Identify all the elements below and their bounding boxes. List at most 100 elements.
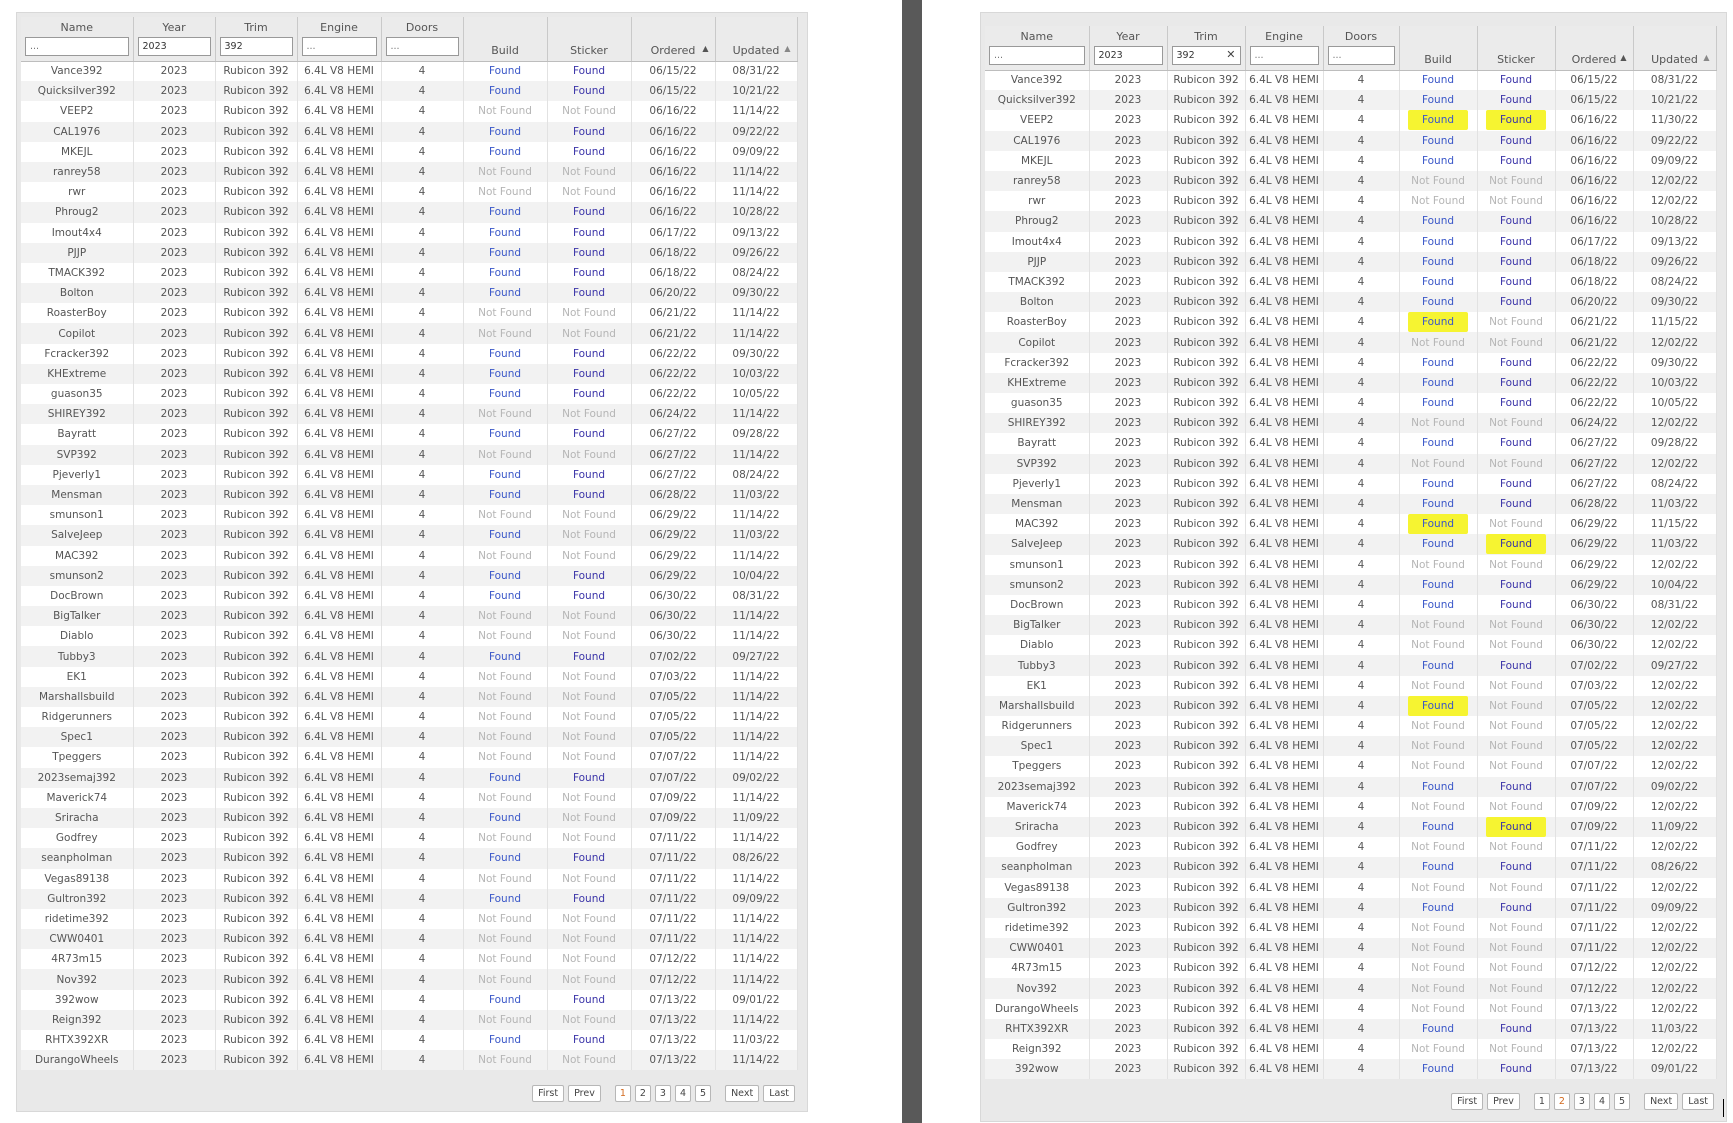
table-row[interactable]: Diablo 2023 Rubicon 392 6.4L V8 HEMI 4 Not Fo… bbox=[21, 626, 798, 647]
table-row[interactable]: SalveJeep 2023 Rubicon 392 6.4L V8 HEMI 4 Fou… bbox=[21, 525, 798, 546]
last-page-button[interactable]: Last bbox=[763, 1085, 795, 1102]
table-row[interactable]: PJJP 2023 Rubicon 392 6.4L V8 HEMI 4 Found Fou… bbox=[21, 242, 798, 263]
table-row[interactable]: Godfrey 2023 Rubicon 392 6.4L V8 HEMI 4 Not F… bbox=[21, 828, 798, 849]
column-header-sticker[interactable]: Sticker bbox=[547, 17, 632, 62]
table-row[interactable]: smunson2 2023 Rubicon 392 6.4L V8 HEMI 4 Foun… bbox=[21, 565, 798, 586]
table-row[interactable]: Gultron392 2023 Rubicon 392 6.4L V8 HEMI 4 Fo… bbox=[21, 888, 798, 909]
table-row[interactable]: TMACK392 2023 Rubicon 392 6.4L V8 HEMI 4 Foun… bbox=[21, 262, 798, 284]
table-row[interactable]: Imout4x4 2023 Rubicon 392 6.4L V8 HEMI 4 Foun… bbox=[985, 231, 1717, 252]
trim-filter-input[interactable] bbox=[219, 37, 293, 56]
prev-page-button[interactable]: Prev bbox=[568, 1085, 601, 1102]
table-row[interactable]: Tpeggers 2023 Rubicon 392 6.4L V8 HEMI 4 Not … bbox=[21, 747, 798, 768]
table-row[interactable]: Imout4x4 2023 Rubicon 392 6.4L V8 HEMI 4 Foun… bbox=[21, 222, 798, 243]
table-row[interactable]: Quicksilver392 2023 Rubicon 392 6.4L V8 HEM… bbox=[21, 81, 798, 102]
next-page-button[interactable]: Next bbox=[725, 1085, 760, 1102]
table-row[interactable]: Nov392 2023 Rubicon 392 6.4L V8 HEMI 4 Not Fo… bbox=[985, 978, 1717, 999]
table-row[interactable]: RHTX392XR 2023 Rubicon 392 6.4L V8 HEMI 4 Fou… bbox=[985, 1018, 1717, 1039]
table-row[interactable]: VEEP2 2023 Rubicon 392 6.4L V8 HEMI 4 Not Fou… bbox=[21, 101, 798, 122]
table-row[interactable]: Vance392 2023 Rubicon 392 6.4L V8 HEMI 4 Foun… bbox=[21, 61, 798, 82]
page-3-button[interactable]: 3 bbox=[654, 1085, 671, 1102]
column-header-year[interactable]: Year bbox=[133, 17, 216, 62]
table-row[interactable]: DurangoWheels 2023 Rubicon 392 6.4L V8 HEMI… bbox=[985, 998, 1717, 1019]
doors-filter-input[interactable] bbox=[1327, 46, 1395, 65]
table-row[interactable]: CWW0401 2023 Rubicon 392 6.4L V8 HEMI 4 Not F… bbox=[21, 929, 798, 950]
table-row[interactable]: Copilot 2023 Rubicon 392 6.4L V8 HEMI 4 Not F… bbox=[985, 332, 1717, 353]
table-row[interactable]: TMACK392 2023 Rubicon 392 6.4L V8 HEMI 4 Foun… bbox=[985, 271, 1717, 293]
column-header-year[interactable]: Year bbox=[1089, 26, 1168, 71]
table-row[interactable]: Reign392 2023 Rubicon 392 6.4L V8 HEMI 4 Not … bbox=[21, 1009, 798, 1030]
table-row[interactable]: ranrey58 2023 Rubicon 392 6.4L V8 HEMI 4 Not … bbox=[985, 170, 1717, 192]
table-row[interactable]: ridetime392 2023 Rubicon 392 6.4L V8 HEMI 4 N… bbox=[21, 908, 798, 930]
table-row[interactable]: Bolton 2023 Rubicon 392 6.4L V8 HEMI 4 Found F… bbox=[21, 283, 798, 304]
page-4-button[interactable]: 4 bbox=[1593, 1093, 1611, 1110]
table-row[interactable]: SHIREY392 2023 Rubicon 392 6.4L V8 HEMI 4 Not… bbox=[21, 404, 798, 425]
page-3-button[interactable]: 3 bbox=[1573, 1093, 1590, 1110]
table-row[interactable]: Maverick74 2023 Rubicon 392 6.4L V8 HEMI 4 No… bbox=[985, 796, 1717, 817]
table-row[interactable]: DocBrown 2023 Rubicon 392 6.4L V8 HEMI 4 Foun… bbox=[985, 594, 1717, 616]
table-row[interactable]: 4R73m15 2023 Rubicon 392 6.4L V8 HEMI 4 Not F… bbox=[985, 958, 1717, 979]
name-filter-input[interactable] bbox=[989, 46, 1085, 65]
clear-filter-icon[interactable]: ✕ bbox=[1226, 48, 1235, 61]
table-row[interactable]: VEEP2 2023 Rubicon 392 6.4L V8 HEMI 4 Found Fo… bbox=[985, 110, 1717, 131]
page-2-button[interactable]: 2 bbox=[1553, 1093, 1570, 1110]
table-row[interactable]: rwr 2023 Rubicon 392 6.4L V8 HEMI 4 Not Found… bbox=[985, 191, 1717, 212]
table-row[interactable]: 392wow 2023 Rubicon 392 6.4L V8 HEMI 4 Found F… bbox=[21, 989, 798, 1010]
table-row[interactable]: Pjeverly1 2023 Rubicon 392 6.4L V8 HEMI 4 Fou… bbox=[21, 464, 798, 485]
table-row[interactable]: Maverick74 2023 Rubicon 392 6.4L V8 HEMI 4 No… bbox=[21, 787, 798, 808]
column-header-doors[interactable]: Doors bbox=[1323, 26, 1400, 71]
column-header-trim[interactable]: Trim bbox=[215, 17, 298, 62]
column-header-engine[interactable]: Engine bbox=[1245, 26, 1324, 71]
table-row[interactable]: Reign392 2023 Rubicon 392 6.4L V8 HEMI 4 Not … bbox=[985, 1039, 1717, 1060]
table-row[interactable]: CAL1976 2023 Rubicon 392 6.4L V8 HEMI 4 Found… bbox=[985, 130, 1717, 151]
table-row[interactable]: SVP392 2023 Rubicon 392 6.4L V8 HEMI 4 Not Fo… bbox=[985, 453, 1717, 474]
table-row[interactable]: Vegas89138 2023 Rubicon 392 6.4L V8 HEMI 4 No… bbox=[21, 868, 798, 889]
table-row[interactable]: Copilot 2023 Rubicon 392 6.4L V8 HEMI 4 Not F… bbox=[21, 323, 798, 344]
table-row[interactable]: Sriracha 2023 Rubicon 392 6.4L V8 HEMI 4 Foun… bbox=[21, 807, 798, 829]
table-row[interactable]: SVP392 2023 Rubicon 392 6.4L V8 HEMI 4 Not Fo… bbox=[21, 444, 798, 465]
table-row[interactable]: smunson1 2023 Rubicon 392 6.4L V8 HEMI 4 Not … bbox=[21, 505, 798, 526]
first-page-button[interactable]: First bbox=[1451, 1093, 1484, 1110]
name-filter-input[interactable] bbox=[25, 37, 129, 56]
table-row[interactable]: KHExtreme 2023 Rubicon 392 6.4L V8 HEMI 4 Fou… bbox=[985, 372, 1717, 393]
year-filter-input[interactable] bbox=[1093, 46, 1163, 65]
column-header-updated[interactable]: Updated ▲ bbox=[1633, 26, 1717, 71]
table-row[interactable]: CAL1976 2023 Rubicon 392 6.4L V8 HEMI 4 Found… bbox=[21, 121, 798, 142]
table-row[interactable]: RoasterBoy 2023 Rubicon 392 6.4L V8 HEMI 4 No… bbox=[21, 303, 798, 324]
table-row[interactable]: guason35 2023 Rubicon 392 6.4L V8 HEMI 4 Foun… bbox=[21, 384, 798, 405]
table-row[interactable]: Vance392 2023 Rubicon 392 6.4L V8 HEMI 4 Foun… bbox=[985, 70, 1717, 91]
table-row[interactable]: KHExtreme 2023 Rubicon 392 6.4L V8 HEMI 4 Fou… bbox=[21, 363, 798, 384]
table-row[interactable]: 2023semaj392 2023 Rubicon 392 6.4L V8 HEMI 4… bbox=[21, 767, 798, 788]
next-page-button[interactable]: Next bbox=[1644, 1093, 1679, 1110]
table-row[interactable]: Nov392 2023 Rubicon 392 6.4L V8 HEMI 4 Not Fo… bbox=[21, 969, 798, 990]
table-row[interactable]: RHTX392XR 2023 Rubicon 392 6.4L V8 HEMI 4 Fou… bbox=[21, 1030, 798, 1051]
prev-page-button[interactable]: Prev bbox=[1487, 1093, 1520, 1110]
page-1-button[interactable]: 1 bbox=[614, 1085, 631, 1102]
table-row[interactable]: Spec1 2023 Rubicon 392 6.4L V8 HEMI 4 Not Fou… bbox=[21, 727, 798, 748]
table-row[interactable]: PJJP 2023 Rubicon 392 6.4L V8 HEMI 4 Found Fou… bbox=[985, 251, 1717, 272]
page-2-button[interactable]: 2 bbox=[634, 1085, 651, 1102]
table-row[interactable]: 2023semaj392 2023 Rubicon 392 6.4L V8 HEMI 4… bbox=[985, 776, 1717, 797]
table-row[interactable]: Diablo 2023 Rubicon 392 6.4L V8 HEMI 4 Not Fo… bbox=[985, 635, 1717, 656]
table-row[interactable]: Vegas89138 2023 Rubicon 392 6.4L V8 HEMI 4 No… bbox=[985, 877, 1717, 898]
table-row[interactable]: Ridgerunners 2023 Rubicon 392 6.4L V8 HEMI 4… bbox=[21, 707, 798, 728]
table-row[interactable]: MKEJL 2023 Rubicon 392 6.4L V8 HEMI 4 Found Fo… bbox=[985, 150, 1717, 171]
table-row[interactable]: Mensman 2023 Rubicon 392 6.4L V8 HEMI 4 Found… bbox=[985, 493, 1717, 515]
table-row[interactable]: smunson1 2023 Rubicon 392 6.4L V8 HEMI 4 Not … bbox=[985, 554, 1717, 575]
page-4-button[interactable]: 4 bbox=[674, 1085, 692, 1102]
table-row[interactable]: Fcracker392 2023 Rubicon 392 6.4L V8 HEMI 4 F… bbox=[21, 343, 798, 364]
column-header-engine[interactable]: Engine bbox=[297, 17, 382, 62]
column-header-name[interactable]: Name bbox=[985, 26, 1090, 71]
column-header-build[interactable]: Build bbox=[1399, 26, 1478, 71]
table-row[interactable]: 4R73m15 2023 Rubicon 392 6.4L V8 HEMI 4 Not F… bbox=[21, 949, 798, 970]
table-row[interactable]: SalveJeep 2023 Rubicon 392 6.4L V8 HEMI 4 Fou… bbox=[985, 534, 1717, 555]
table-row[interactable]: Pjeverly1 2023 Rubicon 392 6.4L V8 HEMI 4 Fou… bbox=[985, 473, 1717, 494]
page-5-button[interactable]: 5 bbox=[695, 1085, 712, 1102]
table-row[interactable]: DurangoWheels 2023 Rubicon 392 6.4L V8 HEMI… bbox=[21, 1050, 798, 1071]
table-row[interactable]: RoasterBoy 2023 Rubicon 392 6.4L V8 HEMI 4 Fo… bbox=[985, 312, 1717, 333]
table-row[interactable]: ridetime392 2023 Rubicon 392 6.4L V8 HEMI 4 N… bbox=[985, 917, 1717, 939]
column-header-name[interactable]: Name bbox=[21, 17, 134, 62]
table-row[interactable]: Bolton 2023 Rubicon 392 6.4L V8 HEMI 4 Found F… bbox=[985, 292, 1717, 313]
table-row[interactable]: MKEJL 2023 Rubicon 392 6.4L V8 HEMI 4 Found Fo… bbox=[21, 141, 798, 162]
table-row[interactable]: smunson2 2023 Rubicon 392 6.4L V8 HEMI 4 Foun… bbox=[985, 574, 1717, 595]
first-page-button[interactable]: First bbox=[532, 1085, 565, 1102]
